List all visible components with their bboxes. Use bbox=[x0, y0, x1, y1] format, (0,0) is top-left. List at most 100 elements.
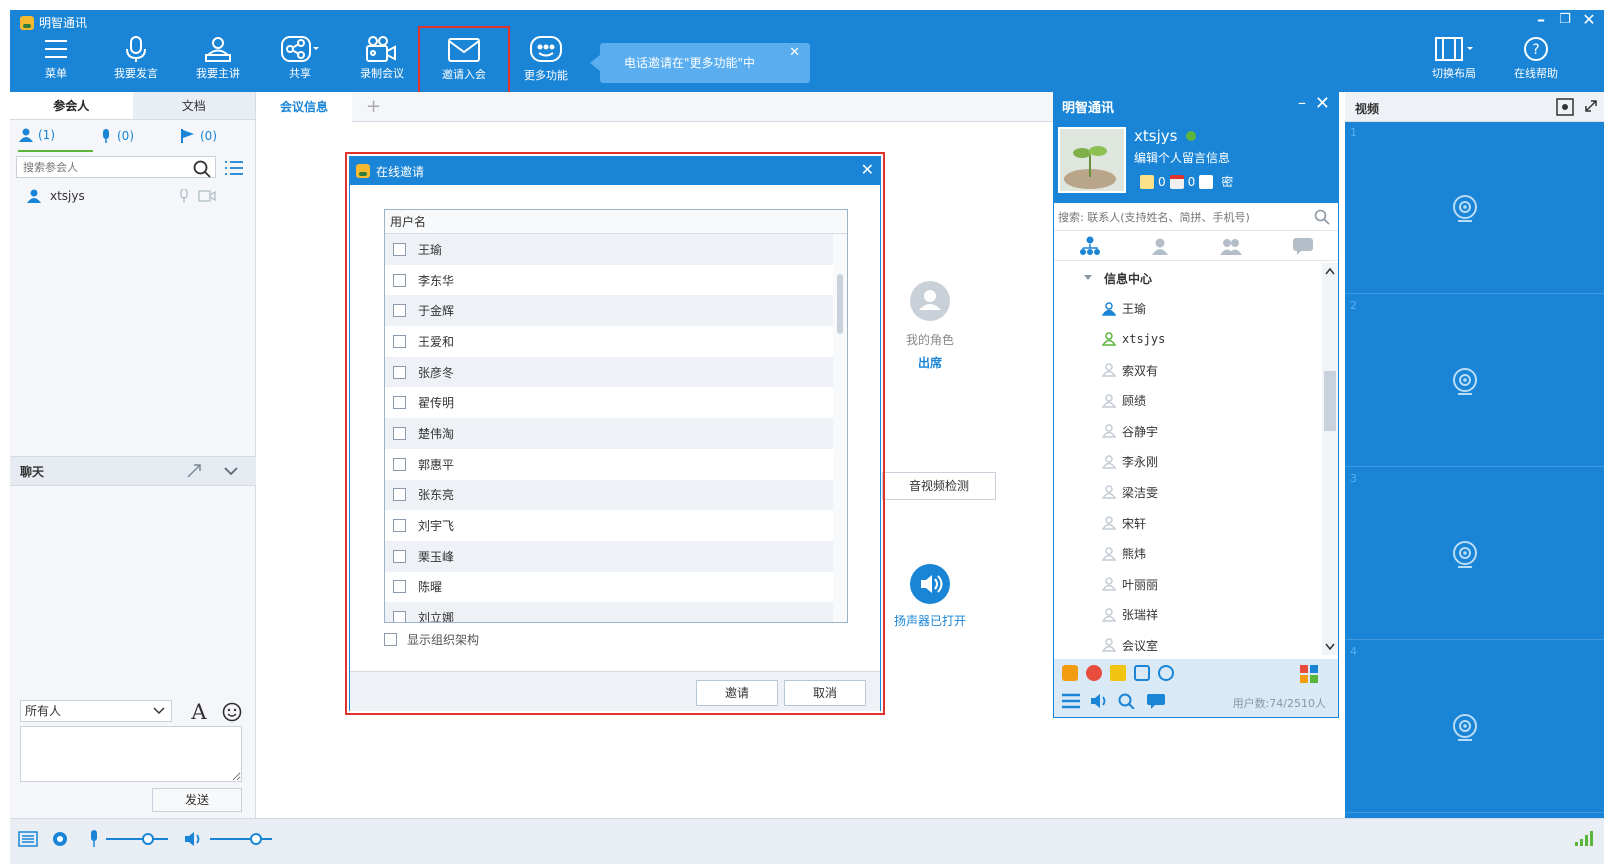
user-checkbox[interactable] bbox=[393, 334, 406, 348]
scrollbar-thumb[interactable] bbox=[1324, 371, 1336, 431]
contact-row[interactable]: 会议室 bbox=[1054, 630, 1324, 655]
contact-row[interactable]: 王瑜 bbox=[1054, 294, 1324, 325]
user-checkbox[interactable] bbox=[393, 519, 406, 533]
chevron-down-icon[interactable] bbox=[224, 466, 238, 476]
user-checkbox[interactable] bbox=[393, 396, 406, 410]
contact-row[interactable]: 梁洁雯 bbox=[1054, 477, 1324, 508]
speaker-volume-slider[interactable] bbox=[210, 833, 272, 845]
scroll-down-icon[interactable] bbox=[1325, 643, 1335, 651]
speaker-slider-knob[interactable] bbox=[250, 833, 262, 845]
popout-icon[interactable] bbox=[186, 463, 204, 479]
contact-row[interactable]: 叶丽丽 bbox=[1054, 569, 1324, 600]
mic-count[interactable]: (0) bbox=[99, 129, 174, 143]
speaker-icon[interactable] bbox=[909, 563, 951, 605]
user-row[interactable]: 王瑜 bbox=[385, 234, 847, 265]
contact-row[interactable]: 熊炜 bbox=[1054, 538, 1324, 569]
invite-confirm-button[interactable]: 邀请 bbox=[696, 680, 778, 706]
app-icon-5[interactable] bbox=[1158, 665, 1174, 681]
contacts-scrollbar[interactable] bbox=[1322, 263, 1338, 655]
contacts-search-input[interactable] bbox=[1058, 207, 1308, 227]
group-icon[interactable] bbox=[1219, 237, 1243, 255]
user-row[interactable]: 楚伟淘 bbox=[385, 418, 847, 449]
more-button[interactable]: 更多功能 bbox=[514, 36, 578, 88]
flag-count[interactable]: (0) bbox=[180, 129, 255, 143]
contact-row[interactable]: 谷静宇 bbox=[1054, 416, 1324, 447]
close-icon[interactable]: ✕ bbox=[1315, 93, 1330, 114]
user-row[interactable]: 李东华 bbox=[385, 265, 847, 296]
user-row[interactable]: 翟传明 bbox=[385, 387, 847, 418]
chat-message-input[interactable] bbox=[20, 726, 242, 782]
contact-row[interactable]: 索双有 bbox=[1054, 355, 1324, 386]
minimize-icon[interactable]: – bbox=[1530, 10, 1552, 29]
show-org-checkbox[interactable] bbox=[384, 633, 397, 646]
chat-bubble-icon[interactable] bbox=[1292, 237, 1314, 255]
contact-row[interactable]: 张瑞祥 bbox=[1054, 600, 1324, 631]
dialog-close-icon[interactable]: ✕ bbox=[861, 160, 874, 179]
mic-volume-slider[interactable] bbox=[106, 833, 168, 845]
present-button[interactable]: 我要主讲 bbox=[186, 36, 250, 88]
user-checkbox[interactable] bbox=[393, 273, 406, 287]
volume-icon[interactable] bbox=[1090, 693, 1108, 709]
user-checkbox[interactable] bbox=[393, 611, 406, 622]
minimize-icon[interactable]: – bbox=[1298, 93, 1306, 112]
user-row[interactable]: 栗玉峰 bbox=[385, 540, 847, 572]
restore-icon[interactable]: ❐ bbox=[1554, 12, 1576, 27]
user-checkbox[interactable] bbox=[393, 488, 406, 502]
message-icon[interactable] bbox=[1146, 693, 1166, 709]
user-checkbox[interactable] bbox=[393, 426, 406, 440]
contact-row[interactable]: 顾绩 bbox=[1054, 385, 1324, 416]
signature[interactable]: 编辑个人留言信息 bbox=[1134, 149, 1230, 166]
search-participants-input[interactable] bbox=[16, 156, 216, 178]
tab-meeting-info[interactable]: 会议信息 bbox=[256, 92, 352, 122]
user-row[interactable]: 刘宇飞 bbox=[385, 510, 847, 541]
user-checkbox[interactable] bbox=[393, 242, 406, 256]
video-cell[interactable]: 3 bbox=[1345, 468, 1604, 640]
emoji-icon[interactable] bbox=[222, 702, 242, 722]
calendar-icon[interactable] bbox=[1169, 174, 1184, 189]
scroll-up-icon[interactable] bbox=[1325, 267, 1335, 275]
show-org-row[interactable]: 显示组织架构 bbox=[384, 631, 479, 648]
apps-grid-icon[interactable] bbox=[1300, 665, 1318, 683]
tab-participants[interactable]: 参会人 bbox=[10, 92, 133, 119]
app-icon-1[interactable] bbox=[1062, 665, 1078, 681]
edit-note-icon[interactable] bbox=[1140, 174, 1154, 189]
help-button[interactable]: ? 在线帮助 bbox=[1504, 36, 1568, 88]
app-icon-3[interactable] bbox=[1110, 665, 1126, 681]
mic-slider-knob[interactable] bbox=[142, 833, 154, 845]
font-icon[interactable]: A bbox=[188, 700, 210, 722]
user-checkbox[interactable] bbox=[393, 580, 406, 594]
app-icon-2[interactable] bbox=[1086, 665, 1102, 681]
layout-button[interactable]: 切换布局 bbox=[1422, 36, 1486, 88]
share-button[interactable]: 共享 bbox=[268, 36, 332, 88]
video-cell[interactable]: 2 bbox=[1345, 295, 1604, 467]
speaker-icon[interactable] bbox=[184, 831, 204, 847]
search-icon[interactable] bbox=[1118, 693, 1136, 709]
user-checkbox[interactable] bbox=[393, 365, 406, 379]
cancel-button[interactable]: 取消 bbox=[784, 680, 866, 706]
user-checkbox[interactable] bbox=[393, 549, 406, 563]
send-button[interactable]: 发送 bbox=[152, 788, 242, 812]
list-icon[interactable] bbox=[18, 831, 38, 847]
user-row[interactable]: 张彦冬 bbox=[385, 356, 847, 388]
search-icon[interactable] bbox=[193, 160, 211, 178]
mail-icon[interactable] bbox=[1199, 174, 1214, 189]
expand-icon[interactable] bbox=[1584, 99, 1598, 113]
avatar[interactable] bbox=[1058, 127, 1126, 193]
recipient-select[interactable]: 所有人 bbox=[20, 700, 172, 722]
list-view-icon[interactable] bbox=[224, 160, 244, 176]
user-checkbox[interactable] bbox=[393, 304, 406, 318]
user-checkbox[interactable] bbox=[393, 457, 406, 471]
user-row[interactable]: 陈曜 bbox=[385, 572, 847, 603]
contact-row[interactable]: xtsjys bbox=[1054, 324, 1324, 355]
microphone-icon[interactable] bbox=[88, 830, 100, 848]
contact-row[interactable]: 李永刚 bbox=[1054, 447, 1324, 478]
screen-select-icon[interactable] bbox=[1556, 98, 1574, 116]
microphone-off-icon[interactable] bbox=[178, 189, 190, 203]
contact-row[interactable]: 宋轩 bbox=[1054, 508, 1324, 539]
av-check-button[interactable]: 音视频检测 bbox=[882, 472, 996, 500]
user-row[interactable]: 刘立娜 bbox=[385, 602, 847, 622]
user-row[interactable]: 郭惠平 bbox=[385, 449, 847, 480]
video-cell[interactable]: 4 bbox=[1345, 641, 1604, 813]
camera-status-icon[interactable] bbox=[52, 831, 68, 847]
speak-button[interactable]: 我要发言 bbox=[104, 36, 168, 88]
